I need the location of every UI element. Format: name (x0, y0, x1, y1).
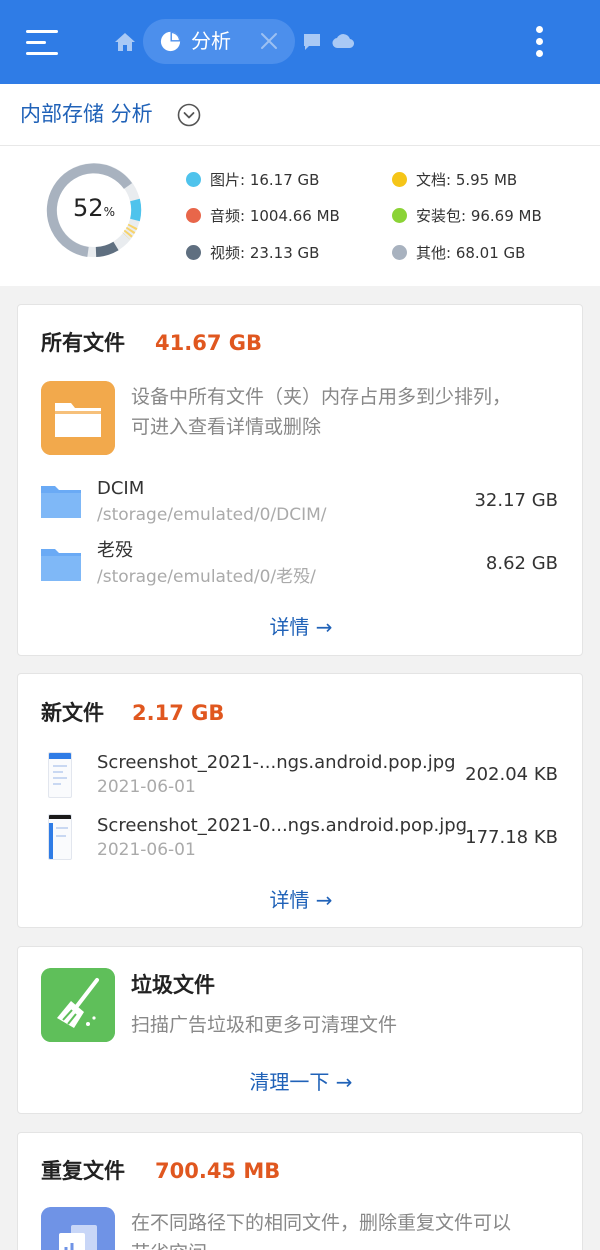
legend-color-dot (392, 172, 407, 187)
legend-color-dot (186, 208, 201, 223)
chevron-down-icon[interactable] (177, 103, 201, 127)
more-options-icon[interactable] (536, 26, 544, 58)
junk-files-card: 垃圾文件 扫描广告垃圾和更多可清理文件 清理一下 → (17, 946, 583, 1114)
card-description-line2: 可进入查看详情或删除 (131, 416, 322, 438)
card-title: 所有文件 (41, 331, 125, 355)
duplicate-files-icon (41, 1207, 115, 1250)
card-description-line1: 设备中所有文件（夹）内存占用多到少排列， (131, 386, 512, 408)
legend-color-dot (186, 172, 201, 187)
legend-apks: 安装包: 96.69 MB (392, 205, 542, 227)
menu-icon[interactable] (26, 30, 60, 56)
clean-up-link[interactable]: 清理一下 → (18, 1068, 582, 1096)
folder-size: 32.17 GB (474, 490, 558, 511)
file-size: 202.04 KB (465, 764, 558, 785)
legend-other: 其他: 68.01 GB (392, 242, 525, 264)
storage-selector[interactable]: 内部存储 分析 (0, 84, 600, 146)
folder-icon (41, 486, 81, 518)
card-description-line2: 节省空间 (131, 1237, 207, 1250)
all-files-card: 所有文件 41.67 GB 设备中所有文件（夹）内存占用多到少排列， 可进入查看… (17, 304, 583, 656)
details-link[interactable]: 详情 → (18, 886, 582, 914)
pie-chart-icon (160, 31, 181, 52)
folder-name: 老殁 (97, 540, 133, 561)
app-toolbar: 分析 (0, 0, 600, 84)
legend-color-dot (392, 208, 407, 223)
tab-label: 分析 (191, 29, 231, 53)
duplicate-files-card: 重复文件 700.45 MB 在不同路径下的相同文件，删除重复文件可以 节省空间 (17, 1132, 583, 1250)
storage-analysis: 52% 图片: 16.17 GB 文档: 5.95 MB 音频: 1004.66… (0, 146, 600, 286)
card-title: 新文件 (41, 701, 104, 725)
file-size: 177.18 KB (465, 827, 558, 848)
legend-audio: 音频: 1004.66 MB (186, 205, 340, 227)
close-icon[interactable] (259, 31, 279, 51)
details-link[interactable]: 详情 → (18, 613, 582, 641)
cloud-icon[interactable] (332, 33, 354, 49)
file-date: 2021-06-01 (97, 840, 196, 860)
folder-icon (41, 549, 81, 581)
file-name: Screenshot_2021-...ngs.android.pop.jpg (97, 752, 456, 773)
file-name: Screenshot_2021-0...ngs.android.pop.jpg (97, 815, 468, 836)
legend-documents: 文档: 5.95 MB (392, 169, 517, 191)
image-thumbnail (48, 814, 72, 860)
new-files-card: 新文件 2.17 GB Screenshot_2021-...ngs.andro… (17, 673, 583, 928)
storage-title: 内部存储 分析 (20, 102, 153, 126)
card-size: 700.45 MB (155, 1159, 281, 1183)
legend-color-dot (186, 245, 201, 260)
folder-path: /storage/emulated/0/老殁/ (97, 567, 316, 587)
home-icon[interactable] (114, 32, 136, 52)
folder-icon (41, 381, 115, 455)
legend-video: 视频: 23.13 GB (186, 242, 319, 264)
card-description-line1: 在不同路径下的相同文件，删除重复文件可以 (131, 1212, 512, 1234)
folder-size: 8.62 GB (485, 553, 558, 574)
folder-name: DCIM (97, 478, 145, 499)
tab-analysis[interactable]: 分析 (143, 19, 295, 64)
card-size: 2.17 GB (132, 701, 225, 725)
card-title: 重复文件 (41, 1159, 125, 1183)
image-thumbnail (48, 752, 72, 798)
folder-path: /storage/emulated/0/DCIM/ (97, 505, 327, 525)
broom-icon (41, 968, 115, 1042)
legend-color-dot (392, 245, 407, 260)
card-description: 扫描广告垃圾和更多可清理文件 (131, 1014, 398, 1036)
card-size: 41.67 GB (155, 331, 262, 355)
chat-icon[interactable] (302, 33, 322, 51)
card-title: 垃圾文件 (131, 973, 215, 997)
legend-images: 图片: 16.17 GB (186, 169, 319, 191)
file-date: 2021-06-01 (97, 777, 196, 797)
usage-percent: 52% (73, 194, 115, 222)
